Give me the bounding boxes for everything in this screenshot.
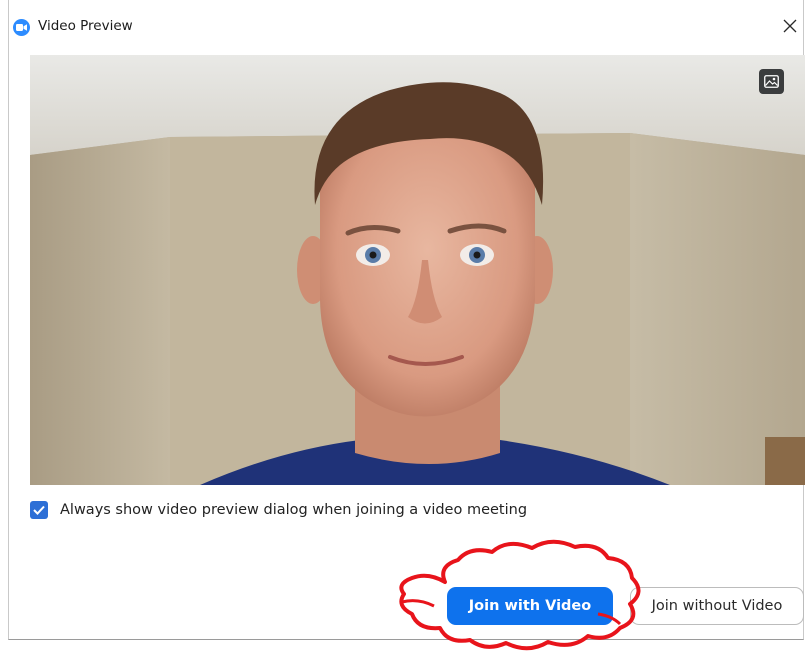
camera-feed <box>30 55 805 485</box>
close-icon <box>783 19 797 33</box>
image-background-icon <box>764 75 779 88</box>
join-without-video-button[interactable]: Join without Video <box>630 587 804 625</box>
always-show-preview-label[interactable]: Always show video preview dialog when jo… <box>60 502 527 518</box>
close-button[interactable] <box>779 14 801 38</box>
checkmark-icon <box>33 505 45 515</box>
zoom-camera-icon <box>13 19 30 36</box>
window-title: Video Preview <box>38 18 133 34</box>
page: Video Preview Always show video preview … <box>0 0 805 656</box>
video-preview-dialog: Video Preview Always show video preview … <box>8 0 805 640</box>
join-with-video-button[interactable]: Join with Video <box>447 587 613 625</box>
background-toggle-button[interactable] <box>759 69 784 94</box>
always-show-preview-checkbox[interactable] <box>30 501 48 519</box>
title-bar: Video Preview <box>9 0 803 50</box>
video-preview <box>30 55 805 485</box>
always-show-preview-option[interactable]: Always show video preview dialog when jo… <box>30 499 527 521</box>
